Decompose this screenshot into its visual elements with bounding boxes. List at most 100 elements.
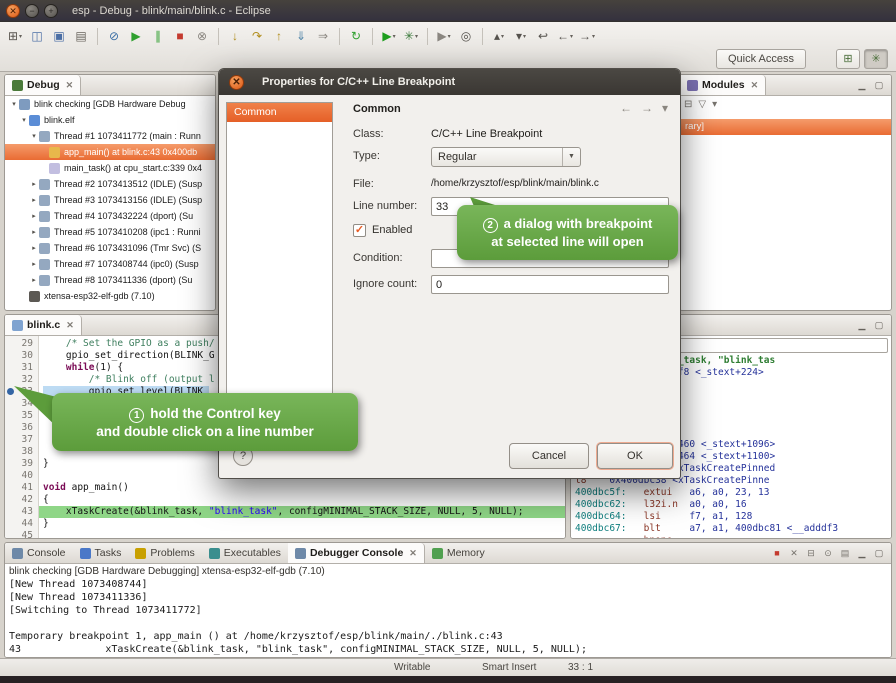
maximize-icon[interactable]: ▢ (872, 548, 886, 559)
view-menu-icon[interactable]: ▾ (662, 101, 668, 115)
line-number[interactable]: 44 (5, 518, 38, 530)
external-tools-icon[interactable]: ▶▾ (434, 27, 454, 46)
dropdown-caret-icon[interactable]: ▾ (523, 33, 526, 40)
tab-debug[interactable]: Debug ✕ (5, 75, 81, 95)
save-icon[interactable]: ◫ (27, 27, 47, 46)
disconnect-icon[interactable]: ⊗ (192, 27, 212, 46)
line-number[interactable]: 31 (5, 362, 38, 374)
code-line[interactable]: void app_main() (39, 482, 565, 494)
tab-memory[interactable]: Memory (425, 543, 492, 563)
line-number[interactable]: 34 (5, 398, 38, 410)
step-over-icon[interactable]: ↷ (247, 27, 267, 46)
step-return-icon[interactable]: ↑ (269, 27, 289, 46)
print-icon[interactable]: ▤ (71, 27, 91, 46)
chevron-down-icon[interactable]: ▼ (562, 148, 580, 166)
debug-tree-item[interactable]: main_task() at cpu_start.c:339 0x4 (5, 160, 215, 176)
dialog-category-common[interactable]: Common (227, 103, 332, 122)
line-number[interactable]: 33 (5, 386, 38, 398)
tab-problems[interactable]: Problems (128, 543, 201, 563)
line-number[interactable]: 32 (5, 374, 38, 386)
type-select[interactable]: Regular ▼ (431, 147, 581, 167)
line-number[interactable]: 29 (5, 338, 38, 350)
code-line[interactable] (39, 530, 565, 538)
debug-tree-item[interactable]: ▸Thread #3 1073413156 (IDLE) (Susp (5, 192, 215, 208)
window-close-button[interactable]: ✕ (6, 4, 20, 18)
debug-tree-item[interactable]: ▸Thread #5 1073410208 (ipc1 : Runni (5, 224, 215, 240)
expander-icon[interactable]: ▸ (29, 228, 39, 236)
debug-tree-item[interactable]: ▾Thread #1 1073411772 (main : Runn (5, 128, 215, 144)
close-icon[interactable]: ✕ (66, 320, 74, 331)
back-icon[interactable]: ← (620, 101, 632, 115)
minimize-icon[interactable]: ▁ (855, 548, 869, 559)
new-icon[interactable]: ⊞▾ (5, 27, 25, 46)
expander-icon[interactable]: ▸ (29, 180, 39, 188)
debug-tree-item[interactable]: ▸Thread #2 1073413512 (IDLE) (Susp (5, 176, 215, 192)
line-number[interactable]: 41 (5, 482, 38, 494)
line-number[interactable]: 30 (5, 350, 38, 362)
line-number[interactable]: 38 (5, 446, 38, 458)
minimize-icon[interactable]: ▁ (855, 80, 869, 91)
debug-tree-item[interactable]: ▾blink checking [GDB Hardware Debug (5, 96, 215, 112)
forward-icon[interactable]: → (641, 101, 653, 115)
debug-tree-item[interactable]: ▸Thread #4 1073432224 (dport) (Su (5, 208, 215, 224)
dropdown-caret-icon[interactable]: ▾ (592, 33, 595, 40)
close-icon[interactable]: ✕ (66, 80, 74, 91)
expander-icon[interactable]: ▸ (29, 244, 39, 252)
terminate-console-icon[interactable]: ■ (770, 548, 784, 558)
editor-line-number-ruler[interactable]: 2930313233343536373839404142434445 (5, 336, 39, 538)
disassembly-line[interactable]: 400dbc64: lsi f7, a1, 128 (571, 511, 891, 523)
line-number[interactable]: 36 (5, 422, 38, 434)
tab-debugger-console[interactable]: Debugger Console✕ (288, 543, 425, 563)
ok-button[interactable]: OK (597, 443, 673, 469)
last-edit-location-icon[interactable]: ↩ (533, 27, 553, 46)
filter-modules-icon[interactable]: ▽ (698, 99, 706, 110)
dropdown-caret-icon[interactable]: ▾ (19, 33, 22, 40)
pin-console-icon[interactable]: ⊙ (821, 548, 835, 559)
dropdown-caret-icon[interactable]: ▾ (415, 33, 418, 40)
instruction-stepping-icon[interactable]: ⇒ (313, 27, 333, 46)
window-maximize-button[interactable]: + (44, 4, 58, 18)
window-minimize-button[interactable]: − (25, 4, 39, 18)
line-number[interactable]: 35 (5, 410, 38, 422)
expander-icon[interactable]: ▾ (19, 116, 29, 124)
debug-perspective-button[interactable]: ✳ (864, 49, 888, 69)
line-number[interactable]: 43 (5, 506, 38, 518)
enabled-checkbox[interactable]: ✓ (353, 224, 366, 237)
expander-icon[interactable]: ▸ (29, 212, 39, 220)
back-icon[interactable]: ←▾ (555, 27, 575, 46)
expander-icon[interactable]: ▸ (29, 196, 39, 204)
debug-tree-item[interactable]: ▾blink.elf (5, 112, 215, 128)
run-icon[interactable]: ▶▾ (379, 27, 399, 46)
tab-tasks[interactable]: Tasks (73, 543, 129, 563)
dropdown-caret-icon[interactable]: ▾ (501, 33, 504, 40)
disassembly-line[interactable]: 400dbc62: l32i.n a0, a0, 16 (571, 499, 891, 511)
remove-console-icon[interactable]: ✕ (787, 548, 801, 559)
tab-executables[interactable]: Executables (202, 543, 288, 563)
save-all-icon[interactable]: ▣ (49, 27, 69, 46)
line-number[interactable]: 39 (5, 458, 38, 470)
minimize-icon[interactable]: ▁ (855, 320, 869, 331)
tab-modules[interactable]: Modules ✕ (680, 75, 766, 95)
dropdown-caret-icon[interactable]: ▾ (448, 33, 451, 40)
maximize-icon[interactable]: ▢ (872, 80, 886, 91)
previous-annotation-icon[interactable]: ▴▾ (489, 27, 509, 46)
disassembly-line[interactable]: bnone (571, 535, 891, 538)
expander-icon[interactable]: ▾ (9, 100, 19, 108)
close-icon[interactable]: ✕ (409, 548, 417, 559)
drop-to-frame-icon[interactable]: ⇓ (291, 27, 311, 46)
debug-tree-item[interactable]: app_main() at blink.c:43 0x400db (5, 144, 215, 160)
display-selected-console-icon[interactable]: ▤ (838, 548, 852, 559)
debug-tree-item[interactable]: ▸Thread #6 1073431096 (Tmr Svc) (S (5, 240, 215, 256)
tab-blink-c[interactable]: blink.c ✕ (5, 315, 82, 335)
dropdown-caret-icon[interactable]: ▾ (393, 33, 396, 40)
collapse-all-icon[interactable]: ⊟ (684, 99, 692, 110)
disassembly-line[interactable]: 400dbc5f: extui a6, a0, 23, 13 (571, 487, 891, 499)
resume-icon[interactable]: ▶ (126, 27, 146, 46)
code-line[interactable]: { (39, 494, 565, 506)
line-number[interactable]: 37 (5, 434, 38, 446)
expander-icon[interactable]: ▸ (29, 260, 39, 268)
debug-tree-item[interactable]: ▸Thread #8 1073411336 (dport) (Su (5, 272, 215, 288)
ignore-count-input[interactable] (431, 275, 669, 294)
expander-icon[interactable]: ▸ (29, 276, 39, 284)
terminate-icon[interactable]: ■ (170, 27, 190, 46)
